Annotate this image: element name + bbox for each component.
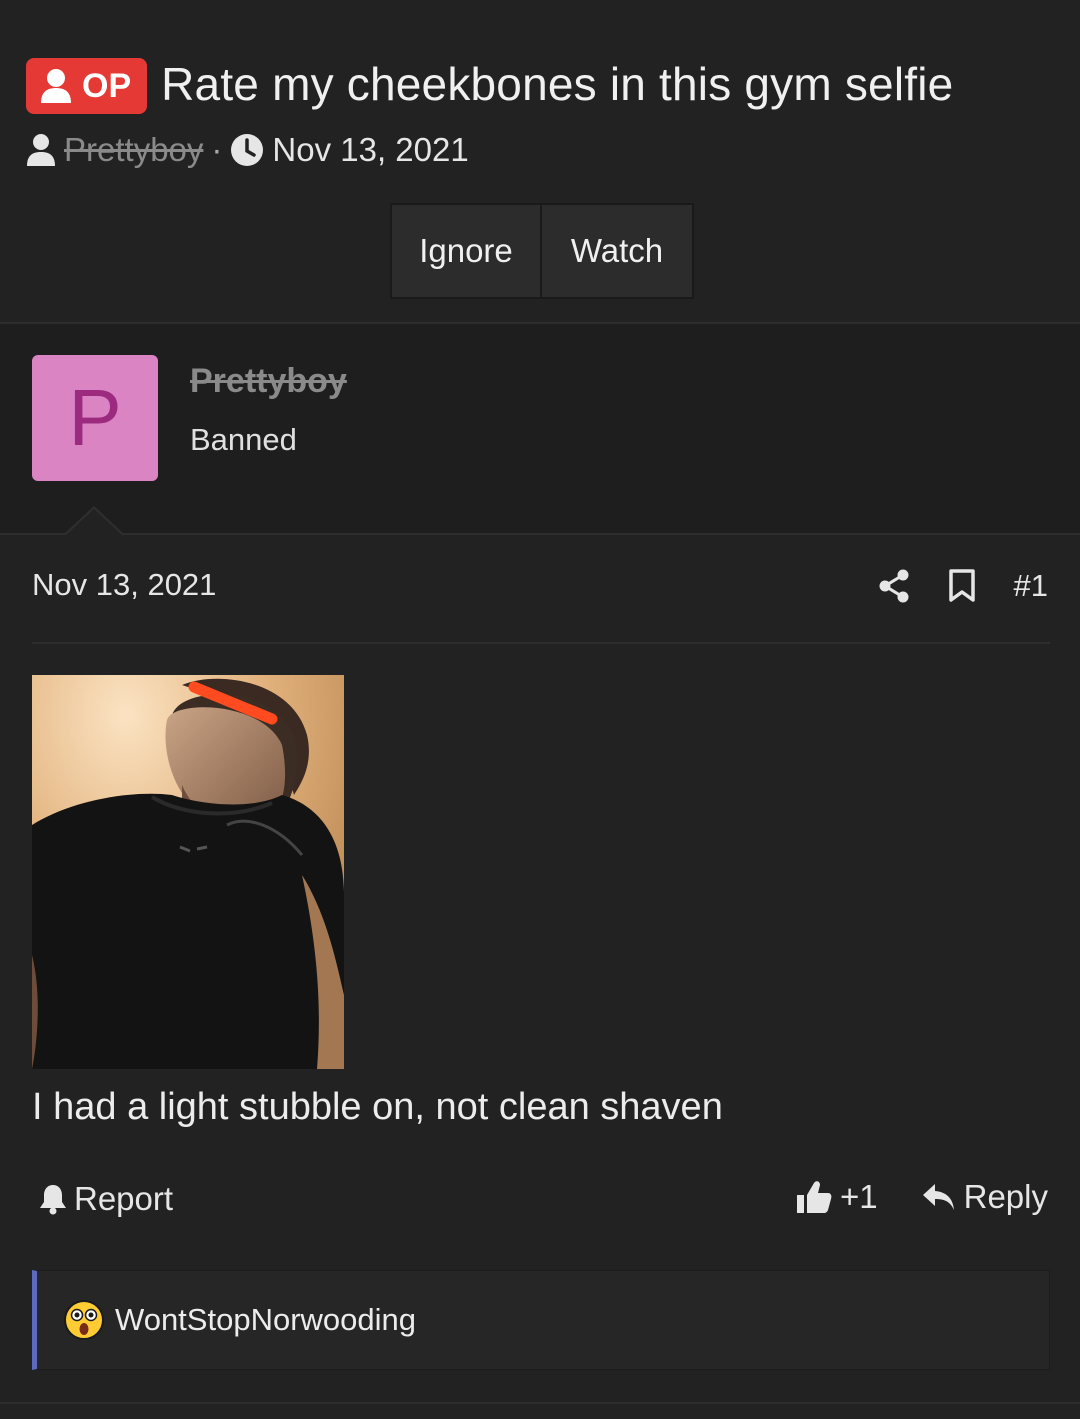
- watch-button[interactable]: Watch: [542, 205, 692, 297]
- reactions-bar[interactable]: WontStopNorwooding: [32, 1270, 1050, 1370]
- thread-title: Rate my cheekbones in this gym selfie: [161, 58, 954, 110]
- post-username[interactable]: Prettyboy: [190, 362, 347, 401]
- ignore-button[interactable]: Ignore: [392, 205, 542, 297]
- user-icon: [27, 134, 55, 166]
- reply-icon: [922, 1184, 954, 1210]
- meta-separator: ·: [211, 131, 223, 168]
- thread-title-row: OP Rate my cheekbones in this gym selfie: [26, 52, 953, 116]
- user-icon: [41, 69, 71, 103]
- user-title: Banned: [190, 422, 297, 457]
- thumbs-up-icon: [797, 1181, 832, 1213]
- thread-header: OP Rate my cheekbones in this gym selfie…: [0, 0, 1080, 323]
- divider: [32, 642, 1050, 644]
- post-body-text: I had a light stubble on, not clean shav…: [32, 1086, 723, 1128]
- astonished-face-icon: [64, 1300, 104, 1340]
- clock-icon: [231, 134, 264, 166]
- avatar[interactable]: P: [32, 355, 158, 481]
- gym-selfie-photo: [32, 675, 344, 1069]
- post-actions: #1: [840, 565, 1048, 607]
- reply-button[interactable]: Reply: [922, 1178, 1048, 1216]
- report-button[interactable]: Report: [38, 1180, 173, 1218]
- share-icon: [879, 569, 909, 603]
- post-user-block: P Prettyboy Banned: [0, 324, 1080, 534]
- thread-meta: Prettyboy · Nov 13, 2021: [26, 130, 469, 170]
- divider: [0, 533, 1080, 535]
- bell-icon: [40, 1185, 66, 1215]
- user-block-pointer-inner: [66, 509, 122, 535]
- post-footer-actions: +1 Reply: [796, 1178, 1048, 1216]
- reply-label: Reply: [963, 1178, 1048, 1215]
- thread-author-link[interactable]: Prettyboy: [64, 131, 203, 169]
- divider: [0, 1402, 1080, 1404]
- bookmark-icon: [948, 569, 975, 602]
- post-date-link[interactable]: Nov 13, 2021: [32, 567, 216, 603]
- post-image[interactable]: [32, 675, 344, 1069]
- report-label: Report: [74, 1180, 174, 1217]
- thread-button-group: Ignore Watch: [390, 203, 694, 299]
- op-badge-label: OP: [82, 66, 132, 105]
- share-button[interactable]: [878, 569, 910, 603]
- thread-date-link[interactable]: Nov 13, 2021: [272, 131, 468, 169]
- like-count: +1: [840, 1178, 878, 1215]
- bookmark-button[interactable]: [948, 569, 976, 603]
- post-number-link[interactable]: #1: [1014, 568, 1048, 604]
- reaction-user[interactable]: WontStopNorwooding: [115, 1302, 416, 1338]
- avatar-letter: P: [68, 373, 122, 462]
- op-badge: OP: [26, 58, 148, 114]
- like-button[interactable]: +1: [796, 1178, 878, 1216]
